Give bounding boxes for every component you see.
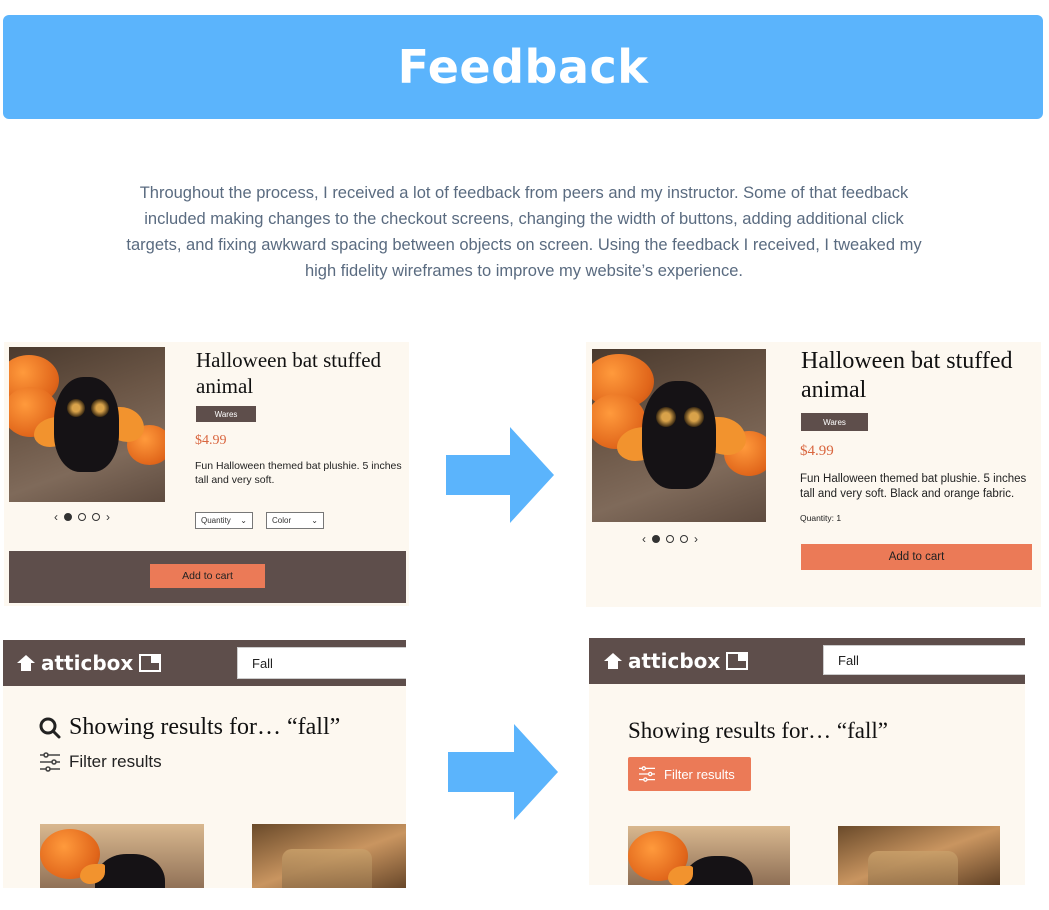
image-carousel-dots[interactable]: ‹ › bbox=[642, 532, 698, 546]
results-heading-row: Showing results for… “fall” bbox=[39, 714, 340, 741]
top-nav-bar: atticbox Fall bbox=[589, 638, 1025, 684]
top-nav-bar: atticbox Fall bbox=[3, 640, 406, 686]
filter-label: Filter results bbox=[69, 752, 162, 771]
color-select[interactable]: Color ⌄ bbox=[266, 512, 324, 529]
product-title: Halloween bat stuffed animal bbox=[801, 348, 1013, 403]
logo-text: atticbox bbox=[628, 649, 721, 673]
home-icon bbox=[604, 653, 622, 669]
carousel-dot[interactable] bbox=[92, 513, 100, 521]
arrow-right-icon bbox=[446, 427, 554, 523]
feedback-banner: Feedback bbox=[3, 15, 1043, 119]
filter-results-button[interactable]: Filter results bbox=[628, 757, 751, 791]
carousel-dot[interactable] bbox=[64, 513, 72, 521]
search-icon bbox=[39, 717, 61, 738]
chevron-left-icon[interactable]: ‹ bbox=[642, 532, 646, 546]
sliders-icon bbox=[40, 752, 60, 772]
product-before-panel: ‹ › Halloween bat stuffed animal Wares $… bbox=[4, 342, 409, 606]
atticbox-logo[interactable]: atticbox bbox=[604, 649, 749, 673]
home-icon bbox=[17, 655, 35, 671]
add-to-cart-button[interactable]: Add to cart bbox=[150, 564, 265, 588]
carousel-dot[interactable] bbox=[652, 535, 660, 543]
product-description: Fun Halloween themed bat plushie. 5 inch… bbox=[195, 460, 402, 486]
carousel-dot[interactable] bbox=[78, 513, 86, 521]
box-icon bbox=[726, 652, 749, 670]
product-after-panel: ‹ › Halloween bat stuffed animal Wares $… bbox=[586, 342, 1041, 607]
product-price: $4.99 bbox=[800, 443, 834, 459]
search-input[interactable]: Fall bbox=[237, 647, 406, 679]
product-title: Halloween bat stuffed animal bbox=[196, 348, 382, 398]
chevron-right-icon[interactable]: › bbox=[694, 532, 698, 546]
quantity-select-label: Quantity bbox=[201, 516, 231, 525]
results-heading: Showing results for… “fall” bbox=[69, 714, 341, 740]
product-price: $4.99 bbox=[195, 433, 227, 448]
logo-text: atticbox bbox=[41, 651, 134, 675]
sliders-icon bbox=[639, 766, 655, 782]
results-heading: Showing results for… “fall” bbox=[628, 718, 888, 743]
quantity-label: Quantity: 1 bbox=[800, 513, 842, 523]
carousel-dot[interactable] bbox=[680, 535, 688, 543]
search-after-panel: atticbox Fall Showing results for… “fall… bbox=[589, 638, 1025, 885]
result-thumbnail[interactable] bbox=[628, 826, 790, 885]
chevron-left-icon[interactable]: ‹ bbox=[54, 510, 58, 524]
product-description: Fun Halloween themed bat plushie. 5 inch… bbox=[800, 473, 1027, 500]
filter-results-link[interactable]: Filter results bbox=[39, 752, 162, 772]
filter-label: Filter results bbox=[664, 766, 735, 782]
intro-paragraph: Throughout the process, I received a lot… bbox=[126, 184, 922, 280]
arrow-right-icon bbox=[448, 724, 558, 820]
box-icon bbox=[139, 654, 162, 672]
search-before-panel: atticbox Fall Showing results for… “fall… bbox=[3, 640, 406, 888]
chevron-down-icon: ⌄ bbox=[240, 516, 247, 525]
product-photo bbox=[9, 347, 165, 502]
product-photo bbox=[592, 349, 766, 522]
atticbox-logo[interactable]: atticbox bbox=[17, 651, 162, 675]
add-to-cart-button[interactable]: Add to cart bbox=[801, 544, 1032, 570]
result-thumbnail[interactable] bbox=[838, 826, 1000, 885]
banner-title: Feedback bbox=[397, 40, 649, 94]
result-thumbnail[interactable] bbox=[252, 824, 406, 888]
category-tag[interactable]: Wares bbox=[196, 406, 256, 422]
carousel-dot[interactable] bbox=[666, 535, 674, 543]
result-thumbnail[interactable] bbox=[40, 824, 204, 888]
color-select-label: Color bbox=[272, 516, 292, 525]
quantity-select[interactable]: Quantity ⌄ bbox=[195, 512, 253, 529]
search-input[interactable]: Fall bbox=[823, 645, 1025, 675]
chevron-down-icon: ⌄ bbox=[311, 516, 318, 525]
category-tag[interactable]: Wares bbox=[801, 413, 868, 431]
chevron-right-icon[interactable]: › bbox=[106, 510, 110, 524]
image-carousel-dots[interactable]: ‹ › bbox=[54, 510, 110, 524]
